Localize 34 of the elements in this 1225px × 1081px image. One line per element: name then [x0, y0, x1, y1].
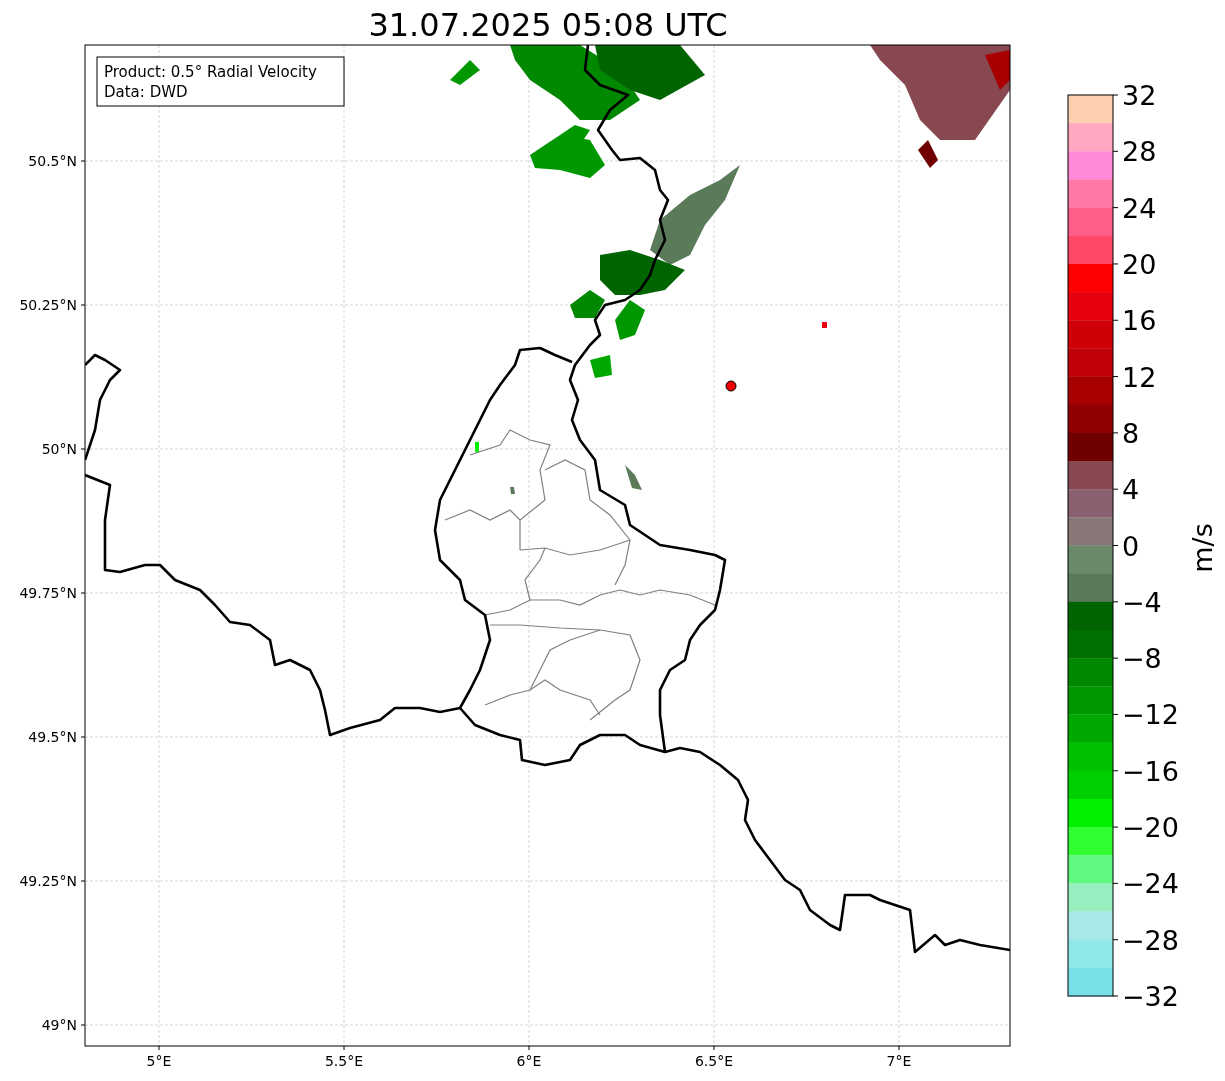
longitude-label: 5°E — [146, 1053, 172, 1069]
info-text: Product: 0.5° Radial Velocity — [104, 63, 317, 81]
colorbar-tick-label: 20 — [1122, 248, 1157, 280]
colorbar-unit-label: m/s — [1187, 523, 1218, 573]
colorbar-tick-label: −8 — [1122, 643, 1162, 675]
latitude-label: 49°N — [41, 1017, 77, 1033]
colorbar-tick-label: 4 — [1122, 474, 1140, 506]
latitude-label: 49.5°N — [28, 729, 77, 745]
latitude-label: 49.25°N — [19, 873, 77, 889]
info-text: Data: DWD — [104, 83, 188, 101]
colorbar-tick-label: 16 — [1122, 305, 1157, 337]
latitude-label: 49.75°N — [19, 585, 77, 601]
colorbar-tick-label: −20 — [1122, 812, 1179, 844]
colorbar-tick-label: 28 — [1122, 136, 1157, 168]
chart-title: 31.07.2025 05:08 UTC — [368, 6, 728, 44]
colorbar-tick-label: −24 — [1122, 868, 1179, 900]
colorbar-tick-label: −4 — [1122, 586, 1162, 618]
latitude-label: 50.25°N — [19, 297, 77, 313]
longitude-label: 6.5°E — [694, 1053, 734, 1069]
longitude-label: 6°E — [516, 1053, 542, 1069]
latitude-label: 50°N — [41, 441, 77, 457]
longitude-label: 5.5°E — [324, 1053, 364, 1069]
colorbar-tick-label: 12 — [1122, 361, 1157, 393]
colorbar-tick-label: 8 — [1122, 417, 1140, 449]
latitude-label: 50.5°N — [28, 153, 77, 169]
colorbar-tick-label: −16 — [1122, 755, 1179, 787]
colorbar-tick-label: −28 — [1122, 924, 1179, 956]
colorbar-tick-label: 24 — [1122, 192, 1157, 224]
colorbar-tick-label: −12 — [1122, 699, 1179, 731]
colorbar-tick-label: −32 — [1122, 981, 1179, 1012]
colorbar-tick-label: 0 — [1122, 530, 1140, 562]
radar-site-marker — [725, 380, 737, 392]
colorbar-tick-label: 32 — [1122, 80, 1157, 111]
longitude-label: 7°E — [886, 1053, 912, 1069]
